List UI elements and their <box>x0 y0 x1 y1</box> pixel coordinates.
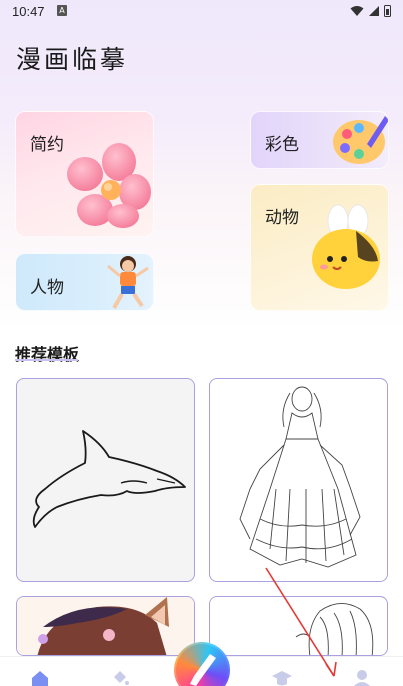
category-label-caise: 彩色 <box>265 135 299 155</box>
user-icon[interactable] <box>352 669 372 686</box>
battery-icon <box>384 5 391 17</box>
character-icon <box>107 256 149 309</box>
status-time: 10:47 <box>12 4 45 19</box>
dolphin-sketch <box>32 430 186 528</box>
page-title: 漫画临摹 <box>16 45 129 74</box>
status-bar: 10:47 A <box>0 0 403 24</box>
paint-bucket-icon[interactable] <box>110 669 130 686</box>
template-card-dolphin[interactable] <box>16 378 195 582</box>
home-icon[interactable] <box>30 669 50 686</box>
template-card-sketch-4[interactable] <box>209 596 388 656</box>
category-label-renwu: 人物 <box>30 278 64 298</box>
category-label-dongwu: 动物 <box>265 208 299 228</box>
template-card-lady[interactable] <box>209 378 388 582</box>
category-card-jianyue[interactable]: 简约 <box>15 111 154 237</box>
wifi-icon <box>350 6 364 16</box>
category-card-renwu[interactable]: 人物 <box>15 253 154 311</box>
template-card-catgirl[interactable] <box>16 596 195 656</box>
bee-icon <box>312 204 380 289</box>
palette-icon <box>333 116 388 164</box>
section-title-recommended: 推荐模板 <box>15 345 80 364</box>
notification-icon: A <box>57 5 67 16</box>
draw-button-inner <box>176 644 228 686</box>
category-card-caise[interactable]: 彩色 <box>250 111 389 169</box>
signal-icon <box>369 6 379 16</box>
draw-button[interactable] <box>174 642 230 686</box>
status-icons <box>350 5 391 17</box>
lady-sketch <box>239 386 361 568</box>
catgirl-image <box>17 597 194 655</box>
category-card-dongwu[interactable]: 动物 <box>250 184 389 311</box>
section-underline <box>15 359 78 361</box>
flower-icon <box>67 143 151 228</box>
category-label-jianyue: 简约 <box>30 135 64 155</box>
brush-icon <box>190 654 216 686</box>
sketch-4 <box>295 603 374 655</box>
graduation-cap-icon[interactable] <box>272 669 292 686</box>
